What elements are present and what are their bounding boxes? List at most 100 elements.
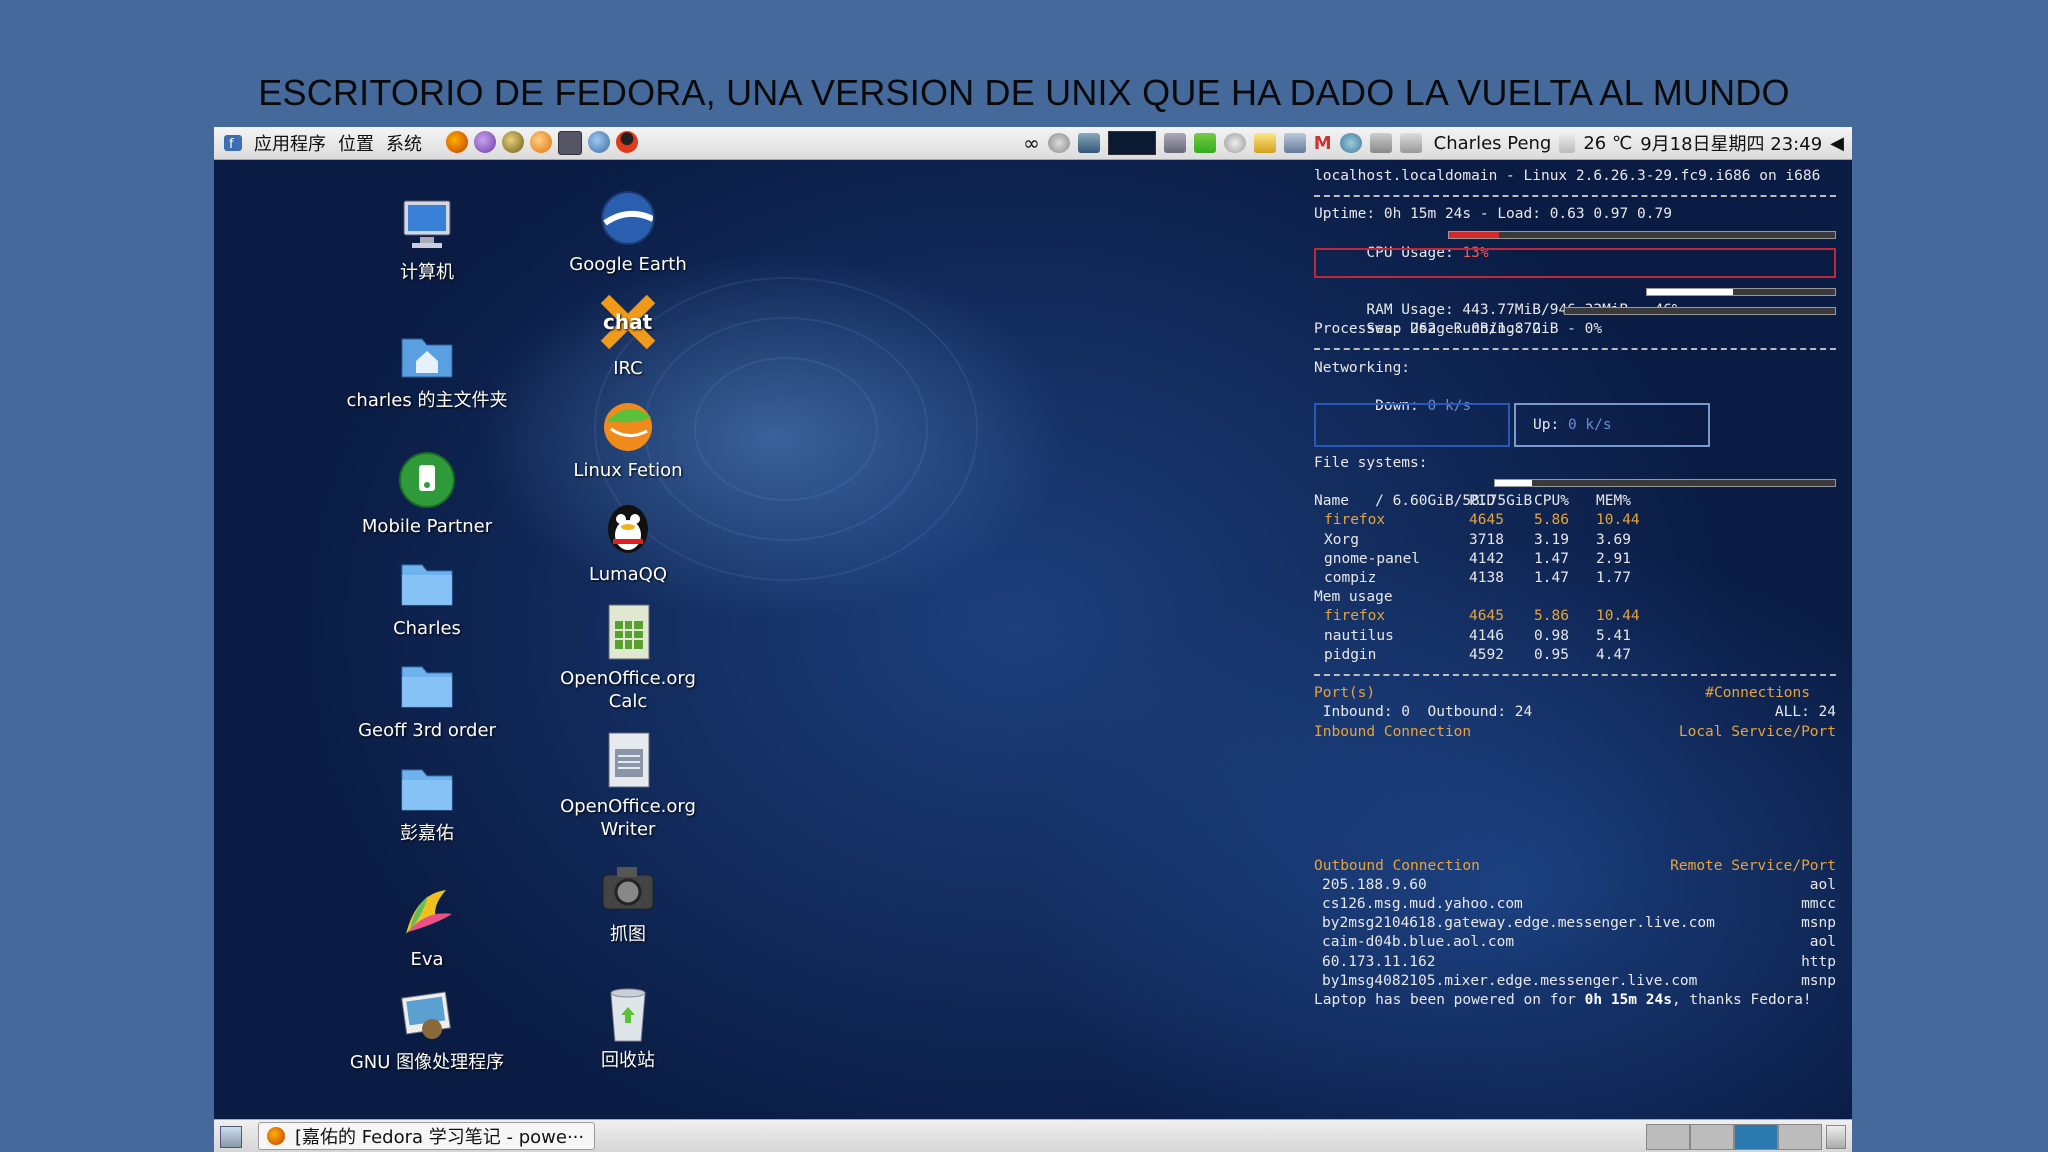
globe-tray-icon[interactable]: [1339, 133, 1362, 153]
bottom-panel: [嘉佑的 Fedora 学习笔记 - powe···: [214, 1119, 1852, 1152]
inbound-list-empty: [1314, 742, 1836, 857]
menu-system[interactable]: 系统: [386, 130, 422, 156]
outbound-row: cs126.msg.mud.yahoo.com mmcc: [1314, 895, 1836, 914]
workspace-2[interactable]: [1690, 1124, 1734, 1150]
proc-pid: 4592: [1469, 646, 1504, 663]
proc-mem: 1.77: [1596, 570, 1631, 586]
desktop-icon-mobile-partner[interactable]: Mobile Partner: [327, 451, 527, 538]
desktop-icon-oo-writer[interactable]: OpenOffice.org Writer: [528, 731, 728, 841]
desktop-icon-gimp[interactable]: GNU 图像处理程序: [327, 987, 527, 1074]
network-tray-icon[interactable]: [1283, 133, 1306, 153]
firefox-launcher-icon[interactable]: [446, 131, 468, 153]
desktop-icon-label: GNU 图像处理程序: [349, 1052, 505, 1073]
notes-tray-icon[interactable]: [1253, 133, 1276, 153]
inbound-connection-label: Inbound Connection: [1314, 723, 1472, 740]
desktop-icon-google-earth[interactable]: Google Earth: [528, 189, 728, 276]
conky-filesystems: File systems:: [1314, 454, 1428, 471]
desktop-icon-oo-calc[interactable]: OpenOffice.org Calc: [528, 603, 728, 713]
trash-applet-icon[interactable]: [1826, 1125, 1846, 1149]
gmail-tray-icon[interactable]: M: [1314, 133, 1332, 154]
desktop-icon-folder-geoff[interactable]: Geoff 3rd order: [327, 655, 527, 742]
outbound-host: cs126.msg.mud.yahoo.com: [1322, 896, 1523, 913]
power-tray-icon[interactable]: [1047, 133, 1070, 153]
clipboard-tray-icon[interactable]: [1369, 133, 1392, 153]
antenna-tray-icon[interactable]: [1399, 133, 1422, 153]
show-desktop-icon[interactable]: [220, 1126, 242, 1148]
conky-swap-row: Swap Usage: 0B/1.87GiB - 0%: [1314, 301, 1836, 337]
proc-cpu: 0.95: [1534, 646, 1569, 663]
footer-thanks: , thanks Fedora!: [1671, 992, 1812, 1008]
proc-cpu: 5.86: [1534, 608, 1569, 625]
workspace-3[interactable]: [1734, 1124, 1778, 1150]
pidgin-launcher-icon[interactable]: [474, 131, 496, 153]
menu-places[interactable]: 位置: [338, 130, 374, 156]
qq-launcher-icon[interactable]: [616, 131, 638, 153]
process-row: pidgin 4592 0.95 4.47: [1314, 646, 1836, 665]
cpu-history-graph: [1314, 247, 1836, 278]
desktop-icon-camera[interactable]: 抓图: [528, 859, 728, 946]
outbound-service: msnp: [1801, 915, 1836, 932]
proc-name: pidgin: [1324, 646, 1377, 663]
swap-usage-bar: [1564, 306, 1836, 315]
desktop-icon-folder-charles[interactable]: Charles: [327, 553, 527, 640]
process-row: firefox 4645 5.86 10.44: [1314, 607, 1836, 626]
update-tray-icon[interactable]: [1077, 133, 1100, 153]
proc-name: compiz: [1324, 570, 1377, 586]
proc-mem: 3.69: [1596, 531, 1631, 548]
outbound-host: 60.173.11.162: [1322, 953, 1436, 970]
conky-fs-row: / 6.60GiB/58.75GiB: [1314, 473, 1836, 509]
all-connections-count: ALL: 24: [1774, 704, 1836, 721]
desktop-icon-eva[interactable]: Eva: [327, 884, 527, 971]
desktop-icon-computer[interactable]: 计算机: [327, 197, 527, 284]
desktop-icon-folder-peng[interactable]: 彭嘉佑: [327, 758, 527, 845]
desktop-icon-label: LumaQQ: [588, 564, 668, 585]
slide-title: ESCRITORIO DE FEDORA, UNA VERSION DE UNI…: [258, 72, 1790, 113]
cpu-usage-fill: [1449, 231, 1500, 238]
taskbar-window-button[interactable]: [嘉佑的 Fedora 学习笔记 - powe···: [258, 1122, 596, 1150]
proc-cpu: 0.98: [1534, 627, 1569, 644]
conky-ram-row: RAM Usage: 443.77MiB/946.32MiB - 46%: [1314, 282, 1836, 318]
process-row: Xorg 3718 3.19 3.69: [1314, 531, 1836, 550]
runner-tray-icon[interactable]: [1193, 133, 1216, 153]
workspace-4[interactable]: [1778, 1124, 1822, 1150]
outbound-service: aol: [1809, 934, 1836, 951]
footer-uptime: 0h 15m 24s: [1584, 992, 1672, 1008]
desktop-icon-home-folder[interactable]: charles 的主文件夹: [327, 325, 527, 412]
folder-icon: [396, 655, 458, 713]
media-launcher-icon[interactable]: [502, 131, 524, 153]
proc-pid: 4142: [1469, 550, 1504, 567]
workspace-tray-icon[interactable]: [1163, 133, 1186, 153]
temperature[interactable]: 26 ℃: [1583, 133, 1632, 154]
ports-header: Port(s) #Connections: [1314, 684, 1836, 703]
terminal-launcher-icon[interactable]: [558, 131, 582, 155]
desktop-icon-label: IRC: [613, 358, 643, 379]
user-name[interactable]: Charles Peng: [1434, 133, 1552, 154]
settings-tray-icon[interactable]: [1223, 133, 1246, 153]
workspace-1[interactable]: [1646, 1124, 1690, 1150]
desktop-icon-linux-fetion[interactable]: Linux Fetion: [528, 395, 728, 482]
menu-applications[interactable]: 应用程序: [254, 130, 326, 156]
clock[interactable]: 9月18日星期四 23:49: [1640, 130, 1822, 156]
download-graph: [1314, 402, 1510, 447]
network-launcher-icon[interactable]: [588, 131, 610, 153]
conky-networking: Networking:: [1314, 359, 1411, 376]
mobile-partner-icon: [396, 451, 458, 509]
desktop-icon-irc[interactable]: chat IRC: [528, 293, 728, 380]
volume-icon[interactable]: ◀: [1830, 133, 1844, 154]
inbound-header: Inbound Connection Local Service/Port: [1314, 723, 1836, 742]
inbound-outbound-counts: Inbound: 0 Outbound: 24: [1314, 704, 1533, 721]
home-folder-icon: [396, 325, 458, 383]
desktop-icon-label: 彭嘉佑: [400, 823, 454, 844]
music-launcher-icon[interactable]: [530, 131, 552, 153]
outbound-service: aol: [1809, 876, 1836, 893]
desktop-icon-lumaqq[interactable]: LumaQQ: [528, 499, 728, 586]
conky-uptime: Uptime: 0h 15m 24s - Load: 0.63 0.97 0.7…: [1314, 206, 1672, 223]
ports-label: Port(s): [1314, 685, 1376, 702]
weather-icon: [1559, 133, 1576, 153]
system-monitor-applet[interactable]: [1107, 131, 1156, 155]
infinity-tray-icon[interactable]: ∞: [1023, 131, 1040, 155]
desktop-icon-trash[interactable]: 回收站: [528, 985, 728, 1072]
proc-mem: 2.91: [1596, 550, 1631, 567]
eva-icon: [396, 884, 458, 942]
fedora-menu-icon[interactable]: f: [222, 132, 244, 154]
